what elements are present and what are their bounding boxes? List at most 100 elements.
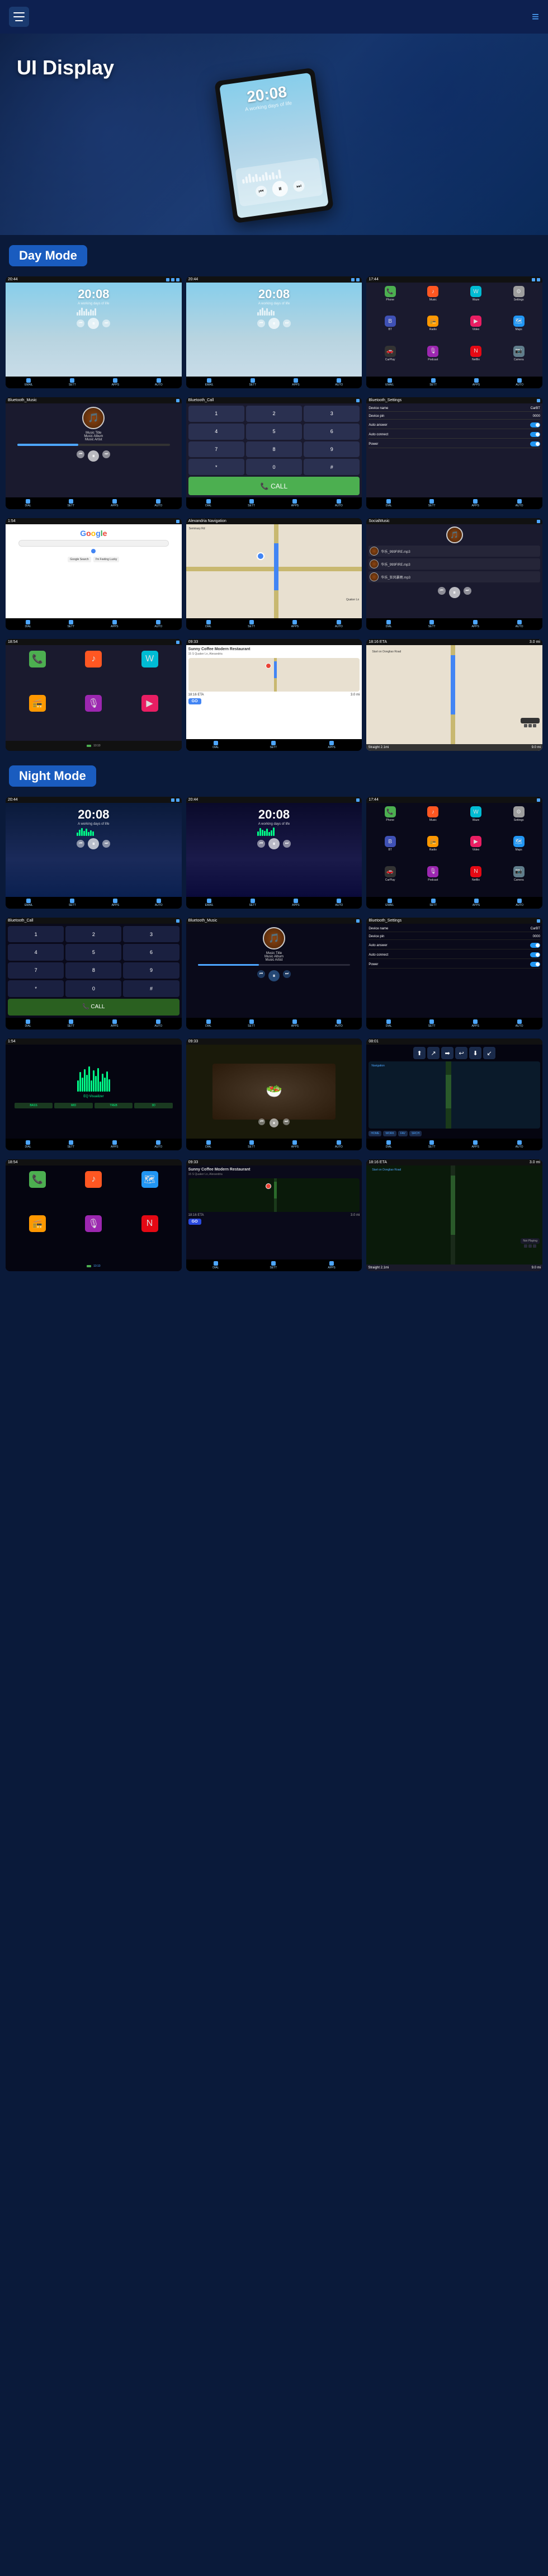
next-ctrl[interactable]: ⏭ [102, 319, 110, 327]
shortcut-podcast[interactable]: 🎙 [67, 695, 120, 736]
prev-ctrl[interactable]: ⏮ [257, 319, 265, 327]
num-6[interactable]: 6 [304, 424, 360, 440]
nav-settings[interactable]: SETT [248, 620, 255, 628]
nav-apps[interactable]: APPS [328, 741, 335, 749]
btn-search[interactable]: SRCH [409, 1131, 422, 1136]
next-icon[interactable] [533, 1244, 536, 1248]
nav-email[interactable]: EMAIL [25, 899, 33, 907]
nav-settings[interactable]: SETT [428, 620, 436, 628]
shortcut-phone[interactable]: 📞 [11, 1171, 64, 1212]
nav-auto[interactable]: AUTO [154, 1019, 162, 1028]
num-6[interactable]: 6 [123, 944, 179, 960]
nav-apps[interactable]: APPS [111, 1140, 118, 1149]
num-8[interactable]: 8 [246, 441, 302, 458]
prev-ctrl[interactable]: ⏮ [438, 587, 446, 595]
num-8[interactable]: 8 [65, 962, 121, 979]
nav-apps[interactable]: APPS [292, 899, 299, 907]
nav-phone[interactable]: DIAL [205, 499, 211, 507]
shortcut-video[interactable]: ▶ [123, 695, 176, 736]
social-item-2[interactable]: 华乐_999FIRE.mp3 [369, 558, 540, 570]
nav-email[interactable]: EMAIL [385, 899, 394, 907]
search-bar[interactable] [18, 540, 169, 547]
play-ctrl[interactable]: ⏸ [268, 318, 280, 329]
nav-auto[interactable]: AUTO [335, 1019, 343, 1028]
social-item-3[interactable]: 华乐_狂风暴雨.mp3 [369, 571, 540, 582]
prev-icon[interactable] [524, 724, 527, 727]
next-ctrl[interactable]: ⏭ [283, 970, 291, 978]
btn-fav[interactable]: FAV [398, 1131, 408, 1136]
shortcut-phone[interactable]: 📞 [11, 651, 64, 692]
video-play[interactable]: ⏸ [270, 1118, 278, 1127]
nav-phone[interactable]: DIAL [386, 1019, 392, 1028]
nav-settings[interactable]: SETT [248, 1019, 255, 1028]
menu-button[interactable] [9, 7, 29, 27]
prev-ctrl[interactable]: ⏮ [257, 840, 265, 848]
nav-apps[interactable]: APPS [328, 1261, 335, 1270]
num-7[interactable]: 7 [188, 441, 244, 458]
app-camera[interactable]: 📷Camera [498, 866, 539, 894]
num-9[interactable]: 9 [123, 962, 179, 979]
power-toggle[interactable] [530, 962, 540, 967]
app-carplay[interactable]: 🚗CarPlay [370, 346, 410, 373]
app-video[interactable]: ▶Video [456, 316, 497, 343]
nav-auto[interactable]: AUTO [154, 620, 162, 628]
nav-ctrl-3[interactable]: ➡ [441, 1047, 453, 1059]
nav-ctrl-5[interactable]: ⬇ [469, 1047, 481, 1059]
nav-auto[interactable]: AUTO [154, 499, 162, 507]
nav-settings[interactable]: SETT [69, 378, 76, 387]
shortcut-music[interactable]: ♪ [67, 651, 120, 692]
num-hash[interactable]: # [304, 459, 360, 475]
num-9[interactable]: 9 [304, 441, 360, 458]
nav-auto[interactable]: AUTO [336, 899, 343, 907]
nav-auto[interactable]: AUTO [335, 620, 343, 628]
nav-settings[interactable]: SETT [429, 899, 437, 907]
app-music[interactable]: ♪Music [413, 806, 453, 834]
nav-phone[interactable]: DIAL [205, 620, 211, 628]
app-video[interactable]: ▶Video [456, 836, 497, 863]
nav-settings[interactable]: SETT [248, 499, 255, 507]
nav-auto[interactable]: AUTO [516, 1019, 523, 1028]
play-ctrl[interactable]: ⏸ [88, 450, 99, 462]
nav-apps[interactable]: APPS [111, 1019, 118, 1028]
nav-settings[interactable]: SETT [248, 1140, 255, 1149]
nav-phone[interactable]: DIAL [25, 1019, 31, 1028]
auto-connect-toggle[interactable] [530, 432, 540, 437]
auto-answer-toggle[interactable] [530, 943, 540, 948]
num-1[interactable]: 1 [8, 926, 64, 942]
social-item-1[interactable]: 华乐_999FIRE.mp3 [369, 546, 540, 557]
nav-auto[interactable]: AUTO [155, 899, 163, 907]
nav-email[interactable]: EMAIL [25, 378, 33, 387]
next-ctrl[interactable]: ⏭ [283, 319, 291, 327]
nav-settings[interactable]: SETT [67, 1140, 74, 1149]
nav-auto[interactable]: AUTO [516, 620, 523, 628]
nav-phone[interactable]: DIAL [386, 620, 392, 628]
num-4[interactable]: 4 [8, 944, 64, 960]
shortcut-radio[interactable]: 📻 [11, 695, 64, 736]
video-next[interactable]: ⏭ [283, 1118, 290, 1125]
play-ctrl[interactable]: ⏸ [268, 838, 280, 849]
app-bt[interactable]: BBT [370, 316, 410, 343]
btn-home[interactable]: HOME [369, 1131, 381, 1136]
nav-apps[interactable]: APPS [471, 499, 479, 507]
nav-settings[interactable]: SETT [428, 1019, 436, 1028]
nav-ctrl-2[interactable]: ↗ [427, 1047, 440, 1059]
play-icon[interactable] [528, 724, 532, 727]
prev-ctrl[interactable]: ⏮ [77, 450, 84, 458]
nav-auto[interactable]: AUTO [516, 1140, 523, 1149]
num-star[interactable]: * [8, 980, 64, 996]
play-icon[interactable] [528, 1244, 532, 1248]
nav-apps[interactable]: APPS [291, 1019, 299, 1028]
nav-settings[interactable]: SETT [249, 899, 257, 907]
nav-email[interactable]: EMAIL [205, 378, 214, 387]
app-phone[interactable]: 📞Phone [370, 806, 410, 834]
num-3[interactable]: 3 [123, 926, 179, 942]
im-feeling-btn[interactable]: I'm Feeling Lucky [93, 557, 120, 562]
num-1[interactable]: 1 [188, 406, 244, 422]
nav-phone[interactable]: DIAL [25, 499, 31, 507]
prev-btn[interactable]: ⏮ [255, 185, 268, 198]
nav-auto[interactable]: AUTO [516, 899, 523, 907]
next-ctrl[interactable]: ⏭ [102, 840, 110, 848]
google-search-btn[interactable]: Google Search [68, 557, 91, 562]
shortcut-podcast[interactable]: 🎙 [67, 1215, 120, 1256]
nav-apps[interactable]: APPS [291, 620, 299, 628]
